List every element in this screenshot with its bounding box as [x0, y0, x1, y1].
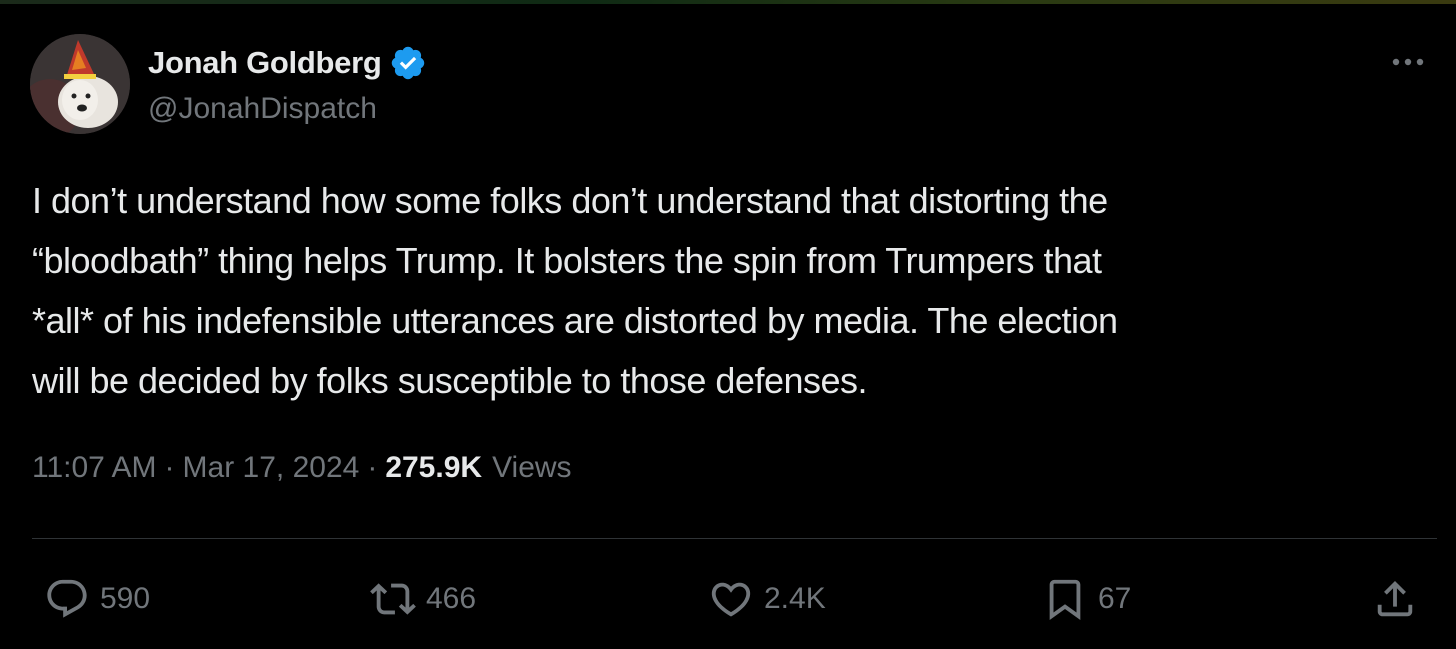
repost-count: 466	[426, 582, 477, 615]
tweet-time[interactable]: 11:07 AM	[32, 451, 157, 485]
heart-icon	[711, 582, 751, 617]
author-handle[interactable]: @JonahDispatch	[148, 92, 377, 126]
reply-button[interactable]: 590	[44, 576, 150, 622]
repost-button[interactable]: 466	[370, 576, 476, 622]
bookmark-count: 67	[1098, 582, 1132, 615]
reply-bubble-icon	[47, 579, 87, 618]
meta-separator: ·	[164, 451, 175, 484]
like-count: 2.4K	[764, 582, 826, 615]
meta-separator: ·	[367, 451, 378, 484]
verified-badge-icon[interactable]	[389, 44, 427, 82]
views-label: Views	[492, 451, 572, 484]
divider	[32, 538, 1437, 539]
repost-arrows-icon	[370, 583, 416, 615]
avatar[interactable]	[30, 34, 130, 134]
author-display-name[interactable]: Jonah Goldberg	[148, 45, 382, 81]
tweet-text: I don’t understand how some folks don’t …	[32, 171, 1427, 411]
reply-count: 590	[100, 582, 151, 615]
avatar-image	[30, 34, 130, 134]
share-upload-icon	[1377, 580, 1413, 617]
tweet-date[interactable]: Mar 17, 2024	[183, 451, 360, 485]
tweet-text-line: “bloodbath” thing helps Trump. It bolste…	[32, 240, 1102, 281]
tweet-text-line: will be decided by folks susceptible to …	[32, 360, 868, 401]
bookmark-button[interactable]: 67	[1042, 576, 1131, 622]
tweet-text-line: I don’t understand how some folks don’t …	[32, 180, 1108, 221]
more-dots-icon	[1392, 58, 1424, 66]
share-button[interactable]	[1372, 576, 1418, 622]
bookmark-icon	[1049, 579, 1081, 620]
author-row: Jonah Goldberg	[148, 44, 427, 82]
more-options-button[interactable]	[1384, 44, 1432, 80]
like-button[interactable]: 2.4K	[708, 576, 826, 622]
tweet-text-line: *all* of his indefensible utterances are…	[32, 300, 1118, 341]
views-count[interactable]: 275.9K	[385, 451, 482, 485]
tweet-meta: 11:07 AM · Mar 17, 2024 · 275.9K Views	[32, 451, 572, 485]
tweet-card: Jonah Goldberg @JonahDispatch I don’t un…	[0, 4, 1456, 649]
